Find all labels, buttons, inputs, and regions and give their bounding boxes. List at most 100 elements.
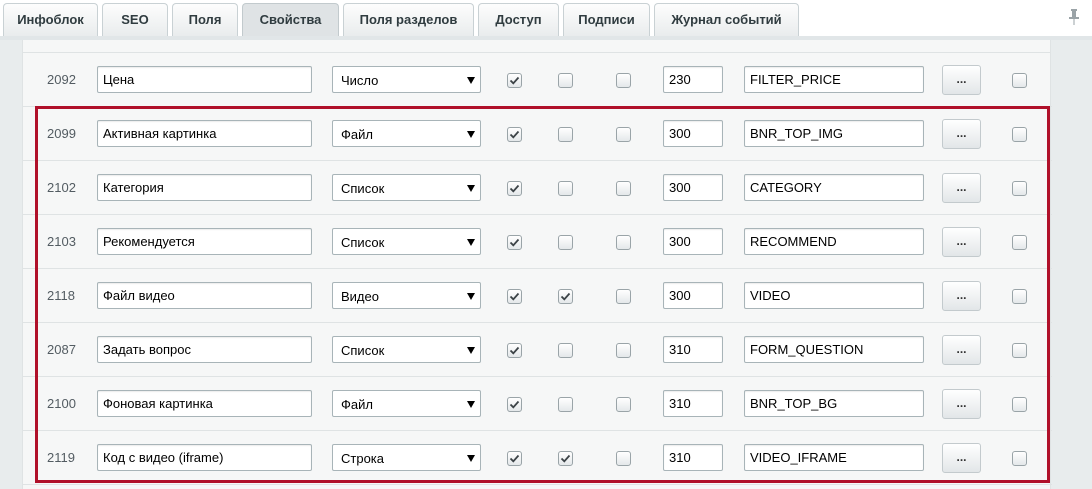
check-icon (509, 454, 520, 463)
code-input[interactable] (744, 228, 924, 255)
property-name-input[interactable] (97, 120, 312, 147)
multiple-checkbox[interactable] (558, 289, 573, 304)
delete-checkbox[interactable] (1012, 181, 1027, 196)
property-settings-button[interactable]: ... (942, 227, 981, 257)
chevron-down-icon (467, 185, 475, 192)
delete-checkbox[interactable] (1012, 127, 1027, 142)
property-type-select[interactable]: Строка (332, 444, 481, 471)
active-checkbox[interactable] (507, 289, 522, 304)
check-icon (509, 292, 520, 301)
code-input[interactable] (744, 390, 924, 417)
delete-checkbox[interactable] (1012, 235, 1027, 250)
property-type-value: Список (341, 181, 385, 196)
property-name-input[interactable] (97, 174, 312, 201)
property-id: 2100 (47, 396, 76, 411)
tab-access[interactable]: Доступ (478, 3, 559, 36)
properties-table: 2092Число...2099Файл...2102Список...2103… (22, 40, 1052, 489)
property-id: 2099 (47, 126, 76, 141)
sort-input[interactable] (663, 228, 723, 255)
multiple-checkbox[interactable] (558, 127, 573, 142)
required-checkbox[interactable] (616, 397, 631, 412)
property-settings-button[interactable]: ... (942, 281, 981, 311)
property-name-input[interactable] (97, 66, 312, 93)
code-input[interactable] (744, 444, 924, 471)
property-name-input[interactable] (97, 390, 312, 417)
tab-fields[interactable]: Поля (172, 3, 238, 36)
active-checkbox[interactable] (507, 397, 522, 412)
active-checkbox[interactable] (507, 451, 522, 466)
property-type-value: Файл (341, 127, 373, 142)
sort-input[interactable] (663, 66, 723, 93)
multiple-checkbox[interactable] (558, 235, 573, 250)
sort-input[interactable] (663, 282, 723, 309)
code-input[interactable] (744, 120, 924, 147)
property-type-select[interactable]: Список (332, 228, 481, 255)
tab-section-fields[interactable]: Поля разделов (343, 3, 474, 36)
tab-captions[interactable]: Подписи (563, 3, 650, 36)
multiple-checkbox[interactable] (558, 397, 573, 412)
required-checkbox[interactable] (616, 73, 631, 88)
pin-icon[interactable] (1068, 9, 1080, 25)
table-row: 2099 Файл... (23, 107, 1052, 161)
property-type-select[interactable]: Список (332, 174, 481, 201)
table-row: 2118 Видео... (23, 269, 1052, 323)
property-settings-button[interactable]: ... (942, 389, 981, 419)
sort-input[interactable] (663, 444, 723, 471)
property-settings-button[interactable]: ... (942, 443, 981, 473)
property-type-value: Список (341, 235, 385, 250)
property-settings-button[interactable]: ... (942, 335, 981, 365)
property-type-select[interactable]: Число (332, 66, 481, 93)
required-checkbox[interactable] (616, 289, 631, 304)
property-name-input[interactable] (97, 444, 312, 471)
property-type-select[interactable]: Список (332, 336, 481, 363)
sort-input[interactable] (663, 120, 723, 147)
active-checkbox[interactable] (507, 235, 522, 250)
property-id: 2119 (47, 450, 75, 465)
required-checkbox[interactable] (616, 451, 631, 466)
table-row: 2103 Список... (23, 215, 1052, 269)
multiple-checkbox[interactable] (558, 73, 573, 88)
property-name-input[interactable] (97, 282, 312, 309)
delete-checkbox[interactable] (1012, 289, 1027, 304)
sort-input[interactable] (663, 390, 723, 417)
property-settings-button[interactable]: ... (942, 173, 981, 203)
code-input[interactable] (744, 336, 924, 363)
delete-checkbox[interactable] (1012, 397, 1027, 412)
code-input[interactable] (744, 174, 924, 201)
active-checkbox[interactable] (507, 127, 522, 142)
delete-checkbox[interactable] (1012, 451, 1027, 466)
property-id: 2118 (47, 288, 75, 303)
tab-properties[interactable]: Свойства (242, 3, 339, 36)
tab-event-log[interactable]: Журнал событий (654, 3, 799, 36)
property-name-input[interactable] (97, 336, 312, 363)
active-checkbox[interactable] (507, 181, 522, 196)
tab-infoblock[interactable]: Инфоблок (3, 3, 98, 36)
required-checkbox[interactable] (616, 343, 631, 358)
active-checkbox[interactable] (507, 73, 522, 88)
sort-input[interactable] (663, 174, 723, 201)
multiple-checkbox[interactable] (558, 343, 573, 358)
property-type-select[interactable]: Видео (332, 282, 481, 309)
table-row: 2092 Число... (23, 53, 1052, 107)
check-icon (560, 454, 571, 463)
delete-checkbox[interactable] (1012, 343, 1027, 358)
property-settings-button[interactable]: ... (942, 119, 981, 149)
sort-input[interactable] (663, 336, 723, 363)
chevron-down-icon (467, 239, 475, 246)
code-input[interactable] (744, 282, 924, 309)
table-row: 2100 Файл... (23, 377, 1052, 431)
required-checkbox[interactable] (616, 235, 631, 250)
property-settings-button[interactable]: ... (942, 65, 981, 95)
property-type-select[interactable]: Файл (332, 120, 481, 147)
code-input[interactable] (744, 66, 924, 93)
required-checkbox[interactable] (616, 127, 631, 142)
active-checkbox[interactable] (507, 343, 522, 358)
delete-checkbox[interactable] (1012, 73, 1027, 88)
multiple-checkbox[interactable] (558, 451, 573, 466)
property-type-select[interactable]: Файл (332, 390, 481, 417)
property-id: 2103 (47, 234, 76, 249)
property-name-input[interactable] (97, 228, 312, 255)
tab-seo[interactable]: SEO (102, 3, 168, 36)
multiple-checkbox[interactable] (558, 181, 573, 196)
required-checkbox[interactable] (616, 181, 631, 196)
